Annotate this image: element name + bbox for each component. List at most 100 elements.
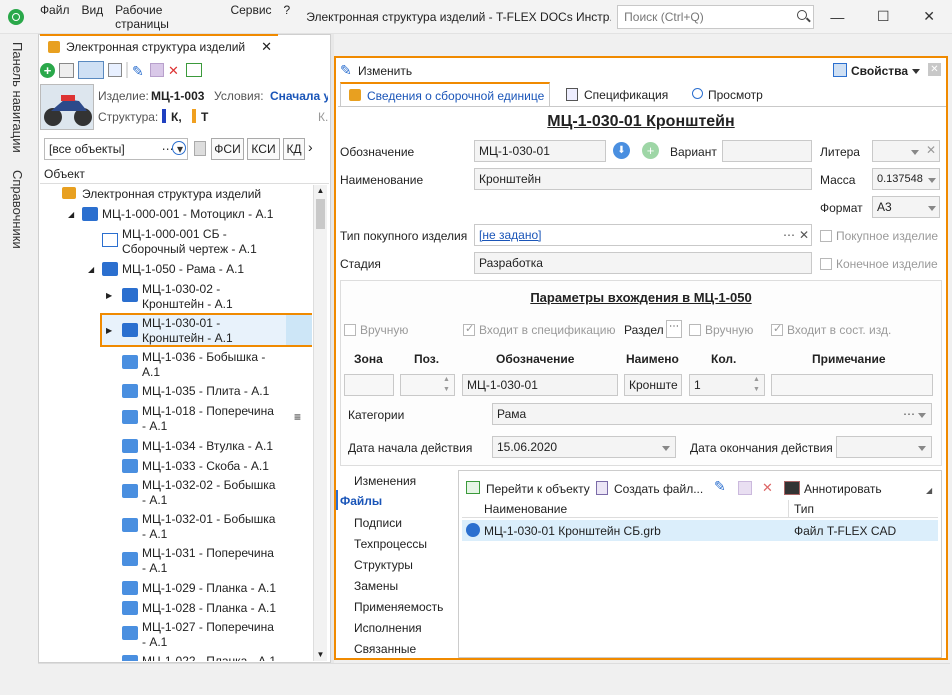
litera-field[interactable]: ✕ [872, 140, 940, 162]
side-tab-related[interactable]: Связанные [354, 642, 416, 656]
kd-button[interactable]: КД [283, 138, 305, 160]
goto-object-button[interactable]: Перейти к объекту [486, 482, 590, 496]
edit-pencil-icon[interactable]: ✎ [132, 63, 146, 79]
fsi-button[interactable]: ФСИ [211, 138, 244, 160]
close-window-button[interactable]: ✕ [906, 8, 952, 25]
tab-specification[interactable]: Спецификация [584, 88, 668, 102]
purchased-checkbox[interactable]: Покупное изделие [820, 229, 938, 243]
note-field[interactable] [771, 374, 933, 396]
start-date-field[interactable]: 15.06.2020 [492, 436, 676, 458]
edit-button[interactable]: Изменить [358, 64, 412, 78]
manual1-check[interactable] [344, 324, 356, 336]
side-tab-files[interactable]: Файлы [340, 494, 382, 508]
in-spec-checkbox[interactable]: Входит в спецификацию [463, 322, 615, 337]
save-icon[interactable] [150, 63, 164, 77]
add-variant-icon[interactable]: + [642, 142, 659, 159]
filter-search-icon[interactable] [172, 141, 186, 155]
search-input[interactable]: Поиск (Ctrl+Q) [617, 4, 815, 29]
mass-field[interactable]: 0.137548 [872, 168, 940, 190]
view-mode-icon[interactable] [78, 61, 104, 79]
pos-field[interactable]: ▲ ▼ [400, 374, 455, 396]
tree-scrollbar[interactable]: ▲ ▼ [313, 185, 327, 661]
categories-more-icon[interactable]: ⋯ [903, 407, 915, 421]
add-icon[interactable]: + [40, 62, 55, 78]
properties-dropdown-icon[interactable] [912, 69, 920, 74]
copy-icon[interactable] [59, 62, 74, 78]
apply-icon[interactable] [186, 63, 202, 77]
tree-item-8b[interactable]: - А.1 [142, 560, 167, 577]
file-row[interactable]: МЦ-1-030-01 Кронштейн СБ.grb Файл T-FLEX… [462, 520, 938, 541]
tree-item-7b[interactable]: - А.1 [142, 526, 167, 543]
delete-file-icon[interactable]: ✕ [762, 480, 773, 496]
tab-preview[interactable]: Просмотр [708, 88, 763, 102]
tab-assembly-info[interactable]: Сведения о сборочной единице [340, 82, 550, 107]
delete-icon[interactable]: ✕ [168, 63, 182, 78]
purchase-type-more-icon[interactable]: ⋯ [783, 228, 795, 242]
pos-spin-icon[interactable]: ▲ ▼ [443, 375, 450, 395]
entry-designation-field[interactable]: МЦ-1-030-01 [462, 374, 618, 396]
menu-help[interactable]: ? [278, 3, 297, 31]
mass-dropdown-icon[interactable] [928, 178, 936, 183]
expand-icon[interactable]: ◢ [88, 261, 94, 278]
litera-clear-icon[interactable]: ✕ [926, 143, 936, 157]
tree-item-1[interactable]: МЦ-1-036 - Бобышка - [142, 349, 265, 366]
annotate-button[interactable]: Аннотировать [804, 482, 882, 496]
side-tab-usage[interactable]: Применяемость [354, 600, 443, 614]
filter-select[interactable]: [все объекты] ⋯ ▾ [44, 138, 188, 160]
purchase-type-field[interactable]: [не задано] ⋯ ✕ [474, 224, 812, 246]
side-tab-changes[interactable]: Изменения [354, 474, 416, 488]
tree-item-bracket02-2[interactable]: Кронштейн - А.1 [142, 296, 233, 313]
tree-item-9[interactable]: МЦ-1-029 - Планка - А.1 [142, 580, 276, 597]
menu-file[interactable]: Файл [34, 3, 76, 31]
in-spec-check[interactable] [463, 322, 475, 336]
name-field[interactable]: Кронштейн [474, 168, 812, 190]
manual2-check[interactable] [689, 324, 701, 336]
tree-item-3b[interactable]: - А.1 [142, 418, 167, 435]
side-tab-versions[interactable]: Исполнения [354, 621, 422, 635]
document-tab[interactable]: Электронная структура изделий ✕ [40, 34, 278, 58]
final-product-checkbox[interactable]: Конечное изделие [820, 257, 938, 271]
scroll-thumb[interactable] [316, 199, 325, 229]
cad-icon[interactable] [108, 63, 122, 77]
drag-handle-icon[interactable]: ≡ [294, 409, 301, 426]
scroll-down-icon[interactable]: ▼ [314, 649, 327, 661]
menu-service[interactable]: Сервис [224, 3, 277, 31]
stage-field[interactable]: Разработка [474, 252, 812, 274]
menu-view[interactable]: Вид [75, 3, 109, 31]
filter-doc-icon[interactable] [194, 141, 206, 156]
tree-item-4[interactable]: МЦ-1-034 - Втулка - А.1 [142, 438, 273, 455]
format-field[interactable]: А3 [872, 196, 940, 218]
download-icon[interactable]: ⬇ [613, 142, 630, 159]
purchase-type-clear-icon[interactable]: ✕ [799, 228, 809, 242]
create-file-button[interactable]: Создать файл... [614, 482, 703, 496]
minimize-button[interactable]: — [814, 9, 860, 25]
scroll-up-icon[interactable]: ▲ [314, 185, 327, 197]
start-date-dropdown-icon[interactable] [662, 446, 670, 451]
qty-spin-icon[interactable]: ▲ ▼ [753, 375, 760, 395]
edit-file-icon[interactable]: ✎ [714, 478, 726, 495]
tree-item-5[interactable]: МЦ-1-033 - Скоба - А.1 [142, 458, 269, 475]
side-tab-structures[interactable]: Структуры [354, 558, 413, 572]
in-assembly-check[interactable] [771, 322, 783, 336]
side-tab-signatures[interactable]: Подписи [354, 516, 402, 530]
in-assembly-checkbox[interactable]: Входит в сост. изд. [771, 322, 891, 337]
nav-panel-tab[interactable]: Панель навигации [10, 42, 25, 153]
final-product-check[interactable] [820, 258, 832, 270]
tree-item-11b[interactable]: - А.1 [142, 634, 167, 651]
tree-item-root[interactable]: Электронная структура изделий [82, 186, 261, 203]
tree-item-10[interactable]: МЦ-1-028 - Планка - А.1 [142, 600, 276, 617]
manual1-checkbox[interactable]: Вручную [344, 323, 408, 337]
purchase-type-value[interactable]: [не задано] [479, 228, 541, 242]
expand-icon[interactable]: ◢ [68, 206, 74, 223]
designation-field[interactable]: МЦ-1-030-01 [474, 140, 606, 162]
chevron-right-icon[interactable]: › [308, 139, 313, 155]
tree-item-6b[interactable]: - А.1 [142, 492, 167, 509]
tree-item-12[interactable]: МЦ-1-022 - Планка - А.1 [142, 653, 276, 661]
properties-button[interactable]: Свойства [851, 64, 908, 78]
side-tab-replacements[interactable]: Замены [354, 579, 398, 593]
close-panel-icon[interactable]: ✕ [928, 63, 941, 76]
tree-item-1b[interactable]: А.1 [142, 364, 160, 381]
end-date-field[interactable] [836, 436, 932, 458]
tree-item-moto[interactable]: МЦ-1-000-001 - Мотоцикл - А.1 [102, 206, 273, 223]
collapsed-arrow-icon[interactable]: ▶ [106, 322, 112, 339]
